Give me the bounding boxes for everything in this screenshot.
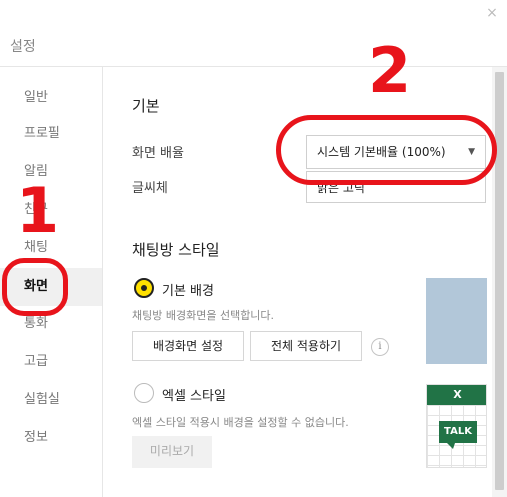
set-background-button[interactable]: 배경화면 설정 [132,331,244,361]
info-icon[interactable]: i [371,338,389,356]
excel-style-description: 엑셀 스타일 적용시 배경을 설정할 수 없습니다. [132,416,349,429]
section-title-basic: 기본 [132,97,160,115]
sidebar-item-advanced[interactable]: 고급 [0,343,102,381]
sidebar-item-info[interactable]: 정보 [0,419,102,457]
sidebar-item-lab[interactable]: 실험실 [0,381,102,419]
talk-bubble-icon: TALK [439,421,477,449]
default-bg-label: 기본 배경 [162,284,214,299]
excel-style-preview-thumbnail[interactable]: X TALK [426,384,487,468]
annotation-number-1: 1 [16,174,60,247]
default-bg-radio[interactable] [134,278,154,298]
title-bar: 설정 × [0,0,507,66]
section-title-chatroom-style: 채팅방 스타일 [132,241,220,259]
annotation-number-2: 2 [368,34,412,107]
scrollbar-thumb[interactable] [495,72,504,490]
annotation-circle-2 [276,115,497,185]
zoom-label: 화면 배율 [132,146,184,161]
default-bg-description: 채팅방 배경화면을 선택합니다. [132,309,275,322]
apply-all-button[interactable]: 전체 적용하기 [250,331,362,361]
close-icon[interactable]: × [483,4,501,22]
background-preview-thumbnail[interactable] [426,278,487,364]
excel-style-label: 엑셀 스타일 [162,389,226,404]
sidebar-item-profile[interactable]: 프로필 [0,115,102,153]
annotation-circle-1 [2,258,68,316]
sidebar-item-general[interactable]: 일반 [0,79,102,117]
excel-style-radio[interactable] [134,383,154,403]
preview-button[interactable]: 미리보기 [132,436,212,468]
font-label: 글씨체 [132,181,168,196]
excel-x-icon: X [427,385,486,405]
window-title: 설정 [10,39,36,55]
